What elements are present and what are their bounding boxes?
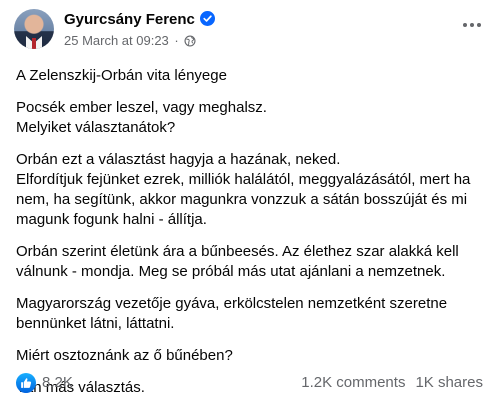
more-dot bbox=[470, 23, 474, 27]
comments-count[interactable]: 1.2K comments bbox=[301, 374, 405, 391]
post-paragraph: A Zelenszkij-Orbán vita lényege bbox=[16, 67, 227, 84]
engagement-stats: 1.2K comments 1K shares bbox=[301, 374, 483, 391]
post-paragraph: Orbán szerint életünk ára a bűnbeesés. A… bbox=[16, 243, 459, 280]
post-paragraph: Miért osztoznánk az ő bűnében? bbox=[16, 347, 233, 364]
post-paragraph: Pocsék ember leszel, vagy meghalsz. Mely… bbox=[16, 99, 267, 136]
author-name[interactable]: Gyurcsány Ferenc bbox=[64, 11, 195, 28]
avatar-tie bbox=[32, 38, 36, 49]
author-name-row[interactable]: Gyurcsány Ferenc bbox=[64, 11, 215, 30]
more-options-icon[interactable] bbox=[458, 15, 486, 35]
reactions-bar: 8.2K 1.2K comments 1K shares bbox=[16, 371, 483, 395]
author-avatar[interactable] bbox=[14, 9, 54, 49]
verified-badge-icon bbox=[199, 11, 215, 30]
like-icon[interactable] bbox=[16, 373, 36, 393]
post-text: A Zelenszkij-Orbán vita lényege Pocsék e… bbox=[16, 66, 486, 406]
post-paragraph: Orbán ezt a választást hagyja a hazának,… bbox=[16, 151, 471, 228]
post-timestamp[interactable]: 25 March at 09:23 bbox=[64, 33, 169, 48]
post-meta: 25 March at 09:23 · bbox=[64, 33, 196, 50]
reaction-count[interactable]: 8.2K bbox=[42, 374, 73, 391]
post-header: Gyurcsány Ferenc 25 March at 09:23 · bbox=[14, 9, 486, 53]
more-dot bbox=[463, 23, 467, 27]
shares-count[interactable]: 1K shares bbox=[415, 374, 483, 391]
globe-icon[interactable] bbox=[184, 35, 196, 50]
meta-separator: · bbox=[174, 33, 179, 48]
more-dot bbox=[477, 23, 481, 27]
post-paragraph: Magyarország vezetője gyáva, erkölcstele… bbox=[16, 295, 448, 332]
